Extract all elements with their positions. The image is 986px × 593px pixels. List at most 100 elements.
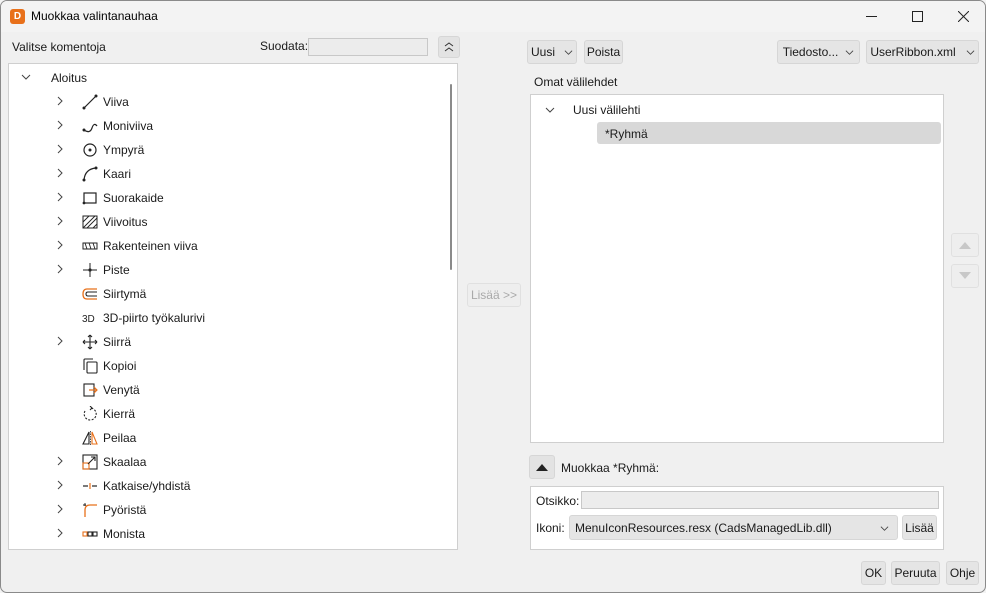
tree-item[interactable]: Kaari — [9, 162, 457, 186]
tree-item[interactable]: Rakenteinen viiva — [9, 234, 457, 258]
tree-item[interactable]: Siirtymä — [9, 282, 457, 306]
tree-item[interactable]: Siirrä — [9, 330, 457, 354]
chevron-right-icon[interactable] — [55, 144, 65, 154]
tree-item-label: Suorakaide — [103, 191, 164, 205]
caption-input[interactable] — [581, 491, 939, 509]
minimize-icon — [865, 16, 877, 17]
tree-item[interactable]: Kierrä — [9, 402, 457, 426]
app-icon: D — [10, 9, 25, 24]
tree-item[interactable]: 3D 3D-piirto työkalurivi — [9, 306, 457, 330]
tree-item[interactable]: Monista — [9, 522, 457, 546]
title-bar: D Muokkaa valintanauhaa — [1, 1, 985, 32]
chevron-down-icon[interactable] — [545, 105, 555, 115]
chevron-down-icon — [880, 526, 889, 531]
maximize-icon — [911, 11, 923, 22]
close-icon — [957, 11, 969, 22]
filter-label: Suodata: — [260, 39, 309, 53]
tree-item[interactable]: Katkaise/yhdistä — [9, 474, 457, 498]
collapse-edit-button[interactable] — [529, 455, 555, 479]
tree-item-label: Katkaise/yhdistä — [103, 479, 191, 493]
tree-item[interactable]: Peilaa — [9, 426, 457, 450]
ribbon-editor-window: D Muokkaa valintanauhaa Valitse komentoj… — [0, 0, 986, 593]
tree-item[interactable]: Kopioi — [9, 354, 457, 378]
mirror-icon — [82, 431, 98, 445]
tree-group-node[interactable]: *Ryhmä — [597, 122, 941, 144]
file-menu-button[interactable]: Tiedosto... — [777, 40, 860, 64]
tab-node-label: Uusi välilehti — [573, 103, 641, 117]
tree-item-label: Siirrä — [103, 335, 132, 349]
tree-root-aloitus[interactable]: Aloitus — [9, 66, 457, 90]
icon-resource-select[interactable]: MenuIconResources.resx (CadsManagedLib.d… — [569, 515, 898, 540]
tree-item[interactable]: Ympyrä — [9, 138, 457, 162]
tree-item-label: Siirtymä — [103, 287, 147, 301]
tree-item[interactable]: Venytä — [9, 378, 457, 402]
scale-icon — [82, 454, 98, 470]
3d-icon: 3D — [82, 314, 95, 325]
help-button[interactable]: Ohje — [946, 561, 979, 585]
tree-item-label: Peilaa — [103, 431, 137, 445]
caption-label: Otsikko: — [536, 494, 580, 508]
maximize-button[interactable] — [894, 1, 940, 32]
tree-item-label: Kaari — [103, 167, 132, 181]
new-menu-button[interactable]: Uusi — [527, 40, 577, 64]
chevron-right-icon[interactable] — [55, 336, 65, 346]
tree-item-label: Piste — [103, 263, 130, 277]
custom-tabs-label: Omat välilehdet — [534, 75, 618, 89]
tree-item-label: Monista — [103, 527, 146, 541]
edit-group-panel: Otsikko: Ikoni: MenuIconResources.resx (… — [530, 486, 944, 550]
filter-input[interactable] — [308, 38, 428, 56]
new-button-label: Uusi — [530, 45, 555, 59]
chevron-right-icon[interactable] — [55, 192, 65, 202]
window-title: Muokkaa valintanauhaa — [31, 9, 158, 23]
commands-tree[interactable]: Aloitus Viiva Moniviiva Ympyrä Kaari Suoraka… — [8, 63, 458, 550]
chevron-right-icon[interactable] — [55, 480, 65, 490]
delete-button[interactable]: Poista — [584, 40, 623, 64]
polyline-icon — [82, 123, 98, 133]
chevron-right-icon[interactable] — [55, 456, 65, 466]
close-button[interactable] — [940, 1, 985, 32]
chevron-down-icon — [564, 49, 573, 55]
edit-group-label: Muokkaa *Ryhmä: — [561, 461, 660, 475]
tree-item[interactable]: Viivoitus — [9, 210, 457, 234]
double-chevron-icon — [444, 42, 454, 52]
minimize-button[interactable] — [848, 1, 894, 32]
chevron-right-icon[interactable] — [55, 216, 65, 226]
chevron-right-icon[interactable] — [55, 96, 65, 106]
move-down-button[interactable] — [951, 264, 979, 288]
offset-icon — [82, 288, 97, 300]
tree-item[interactable]: Viiva — [9, 90, 457, 114]
chevron-down-icon[interactable] — [21, 72, 31, 82]
tree-item[interactable]: Skaalaa — [9, 450, 457, 474]
chevron-right-icon[interactable] — [55, 120, 65, 130]
chevron-right-icon[interactable] — [55, 528, 65, 538]
line-icon — [82, 94, 98, 110]
chevron-down-icon — [845, 49, 854, 55]
tree-item[interactable]: Moniviiva — [9, 114, 457, 138]
tree-item-label: Ympyrä — [103, 143, 145, 157]
tree-item[interactable]: Piste — [9, 258, 457, 282]
svg-text:3D: 3D — [82, 314, 95, 325]
ribbon-file-label: UserRibbon.xml — [870, 45, 956, 59]
chevron-right-icon[interactable] — [55, 168, 65, 178]
array-icon — [82, 531, 98, 537]
chevron-right-icon[interactable] — [55, 264, 65, 274]
chevron-right-icon[interactable] — [55, 504, 65, 514]
add-to-group-button[interactable]: Lisää >> — [467, 283, 521, 307]
collapse-all-button[interactable] — [438, 36, 460, 58]
ok-button[interactable]: OK — [861, 561, 886, 585]
icon-add-button[interactable]: Lisää — [902, 515, 937, 540]
tree-item-label: Viivoitus — [103, 215, 148, 229]
tree-item-label: Moniviiva — [103, 119, 154, 133]
move-up-button[interactable] — [951, 233, 979, 257]
tree-scrollbar[interactable] — [450, 84, 452, 270]
tree-item-label: Viiva — [103, 95, 129, 109]
ribbon-tree[interactable]: Uusi välilehti *Ryhmä — [530, 94, 944, 443]
ribbon-file-select[interactable]: UserRibbon.xml — [866, 40, 979, 64]
tree-item[interactable]: Suorakaide — [9, 186, 457, 210]
tree-tab-node[interactable]: Uusi välilehti — [531, 98, 943, 122]
chevron-right-icon[interactable] — [55, 240, 65, 250]
tree-item-label: 3D-piirto työkalurivi — [103, 311, 206, 325]
rectangle-icon — [82, 192, 97, 205]
tree-item[interactable]: Pyöristä — [9, 498, 457, 522]
cancel-button[interactable]: Peruuta — [891, 561, 940, 585]
